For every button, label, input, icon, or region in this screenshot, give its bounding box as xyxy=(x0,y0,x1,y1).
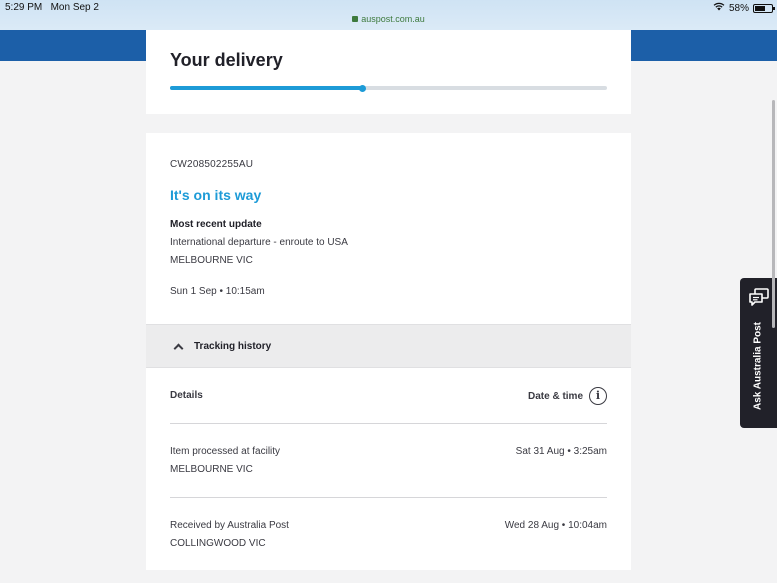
recent-update-time: Sun 1 Sep • 10:15am xyxy=(170,286,265,297)
delivery-status-heading: It's on its way xyxy=(170,187,262,203)
tracking-number: CW208502255AU xyxy=(170,159,254,170)
info-icon[interactable]: i xyxy=(589,387,607,405)
date-time-column-header: Date & time xyxy=(527,391,583,402)
history-event-time: Wed 28 Aug • 10:04am xyxy=(504,520,607,531)
page-scrollbar[interactable] xyxy=(772,100,775,328)
battery-icon xyxy=(753,3,775,13)
delivery-card: Your delivery xyxy=(146,30,631,114)
url-text: auspost.com.au xyxy=(361,14,425,24)
delivery-progress-marker xyxy=(358,84,366,92)
tracking-card: CW208502255AU It's on its way Most recen… xyxy=(146,133,631,570)
recent-update-location: MELBOURNE VIC xyxy=(170,255,253,266)
history-event-time: Sat 31 Aug • 3:25am xyxy=(515,446,607,457)
url-bar[interactable]: auspost.com.au xyxy=(0,14,777,24)
divider xyxy=(170,423,607,424)
status-indicators: 58% xyxy=(713,2,775,14)
details-column-header: Details xyxy=(170,390,203,401)
status-time: 5:29 PM Mon Sep 2 xyxy=(5,2,99,13)
recent-update-description: International departure - enroute to USA xyxy=(170,237,348,248)
clock-time: 5:29 PM xyxy=(5,2,43,13)
delivery-title: Your delivery xyxy=(170,50,283,70)
ask-australia-post-label: Ask Australia Post xyxy=(752,322,764,410)
battery-percent: 58% xyxy=(728,2,749,14)
chevron-up-icon xyxy=(173,343,184,353)
history-event-description: Item processed at facility xyxy=(170,446,281,457)
delivery-progress-bar xyxy=(170,84,607,92)
history-event-location: COLLINGWOOD VIC xyxy=(170,538,266,549)
divider xyxy=(170,497,607,498)
recent-update-label: Most recent update xyxy=(170,219,262,230)
delivery-progress-fill xyxy=(170,86,363,90)
wifi-icon xyxy=(713,2,725,14)
status-bar: 5:29 PM Mon Sep 2 auspost.com.au 58% xyxy=(0,0,777,30)
tracking-history-toggle[interactable]: Tracking history xyxy=(146,324,631,368)
history-event-description: Received by Australia Post xyxy=(170,520,289,531)
history-event-location: MELBOURNE VIC xyxy=(170,464,253,475)
chat-icon xyxy=(749,288,769,306)
lock-icon xyxy=(352,16,359,22)
tracking-history-label: Tracking history xyxy=(194,340,272,352)
clock-date: Mon Sep 2 xyxy=(50,2,99,13)
